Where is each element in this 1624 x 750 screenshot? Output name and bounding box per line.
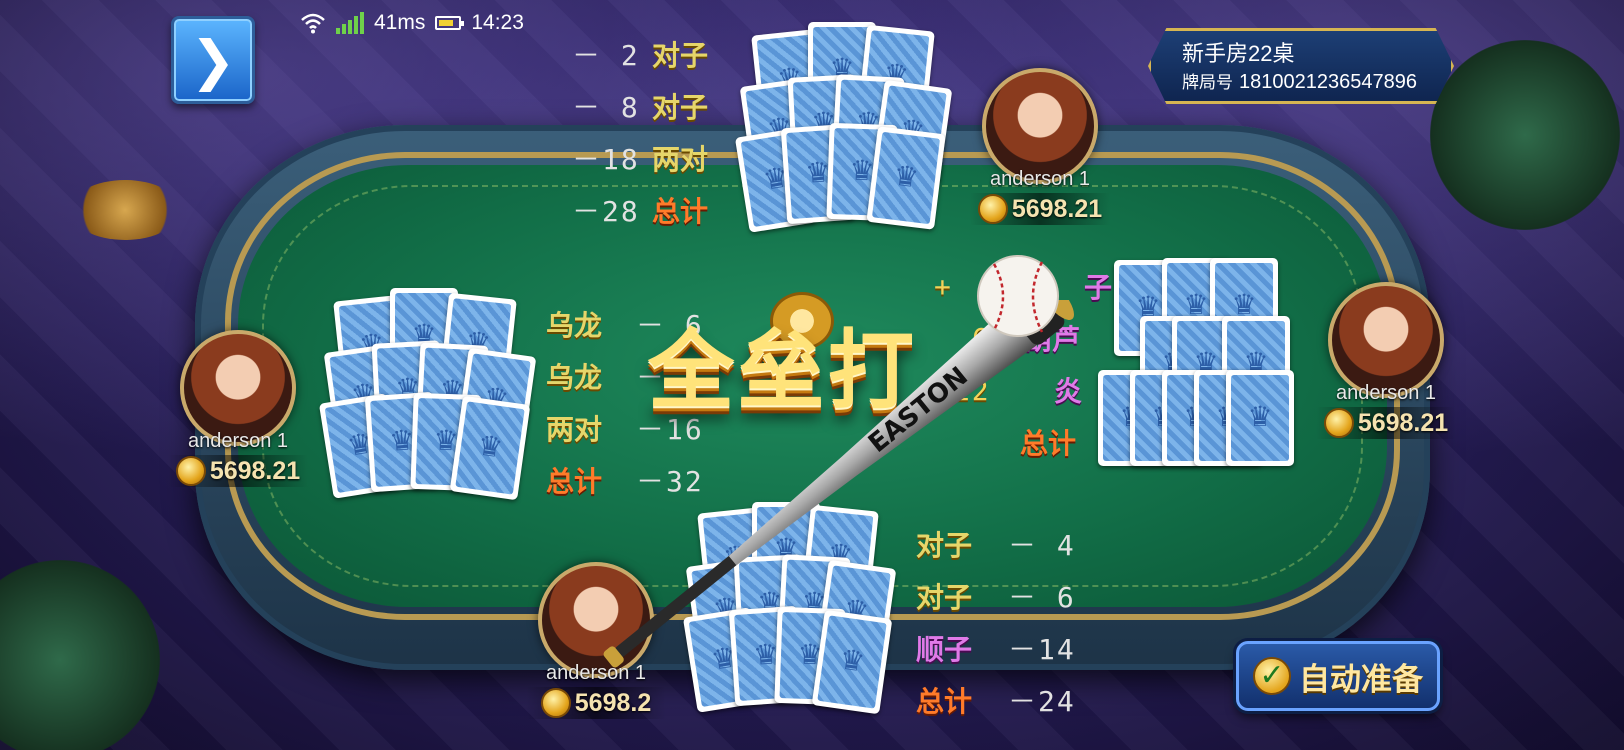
- bat-brand-text: EASTON: [863, 361, 974, 459]
- chevron-right-icon: ❯: [190, 30, 236, 91]
- player-name: anderson 1: [989, 168, 1091, 190]
- game-id-value: 1810021236547896: [1239, 71, 1417, 93]
- hand-type: 两对: [652, 144, 709, 175]
- score-row: 总计 －24: [916, 680, 1076, 720]
- checkmark-icon: ✓: [1253, 657, 1291, 695]
- back-button[interactable]: ❯: [171, 16, 255, 104]
- hand-type: 对子: [652, 40, 709, 71]
- player-right[interactable]: anderson 1 5698.21: [1316, 282, 1456, 439]
- game-id: 牌局号 1810021236547896: [1182, 68, 1417, 94]
- baseball-bat-icon: EASTON: [603, 300, 1074, 668]
- score-value: －28: [572, 195, 640, 228]
- score-row: －28 总计: [572, 190, 708, 230]
- balance-value: 5698.21: [1011, 194, 1103, 223]
- clock-text: 14:23: [471, 11, 524, 34]
- score-row: － 2 对子: [572, 34, 708, 74]
- total-label: 总计: [652, 196, 709, 227]
- avatar: [1328, 282, 1444, 398]
- ping-text: 41ms: [374, 11, 426, 34]
- player-name: anderson 1: [1335, 382, 1437, 404]
- score-value: －18: [572, 143, 640, 176]
- status-bar: 41ms 14:23: [300, 8, 524, 38]
- score-value: －24: [1008, 685, 1076, 718]
- balance-value: 5698.2: [574, 688, 652, 717]
- score-value: － 2: [572, 39, 640, 72]
- coin-icon: [1323, 408, 1354, 438]
- hand-type: 对子: [652, 92, 709, 123]
- auto-ready-button[interactable]: ✓ 自动准备: [1236, 641, 1440, 711]
- card-back: [866, 126, 946, 230]
- room-name: 新手房22桌: [1182, 41, 1295, 66]
- coin-icon: [540, 688, 571, 718]
- card-back: [449, 395, 531, 501]
- total-label: 总计: [916, 686, 973, 717]
- avatar: [180, 330, 296, 446]
- player-balance: 5698.21: [168, 455, 308, 487]
- battery-icon: [435, 16, 465, 30]
- player-name: anderson 1: [187, 430, 289, 452]
- avatar: [982, 68, 1098, 184]
- signal-icon: [336, 12, 364, 34]
- player-left[interactable]: anderson 1 5698.21: [168, 330, 308, 487]
- card-back: [1226, 370, 1294, 466]
- player-top[interactable]: anderson 1 5698.21: [970, 68, 1110, 225]
- balance-value: 5698.21: [209, 456, 301, 485]
- player-balance: 5698.2: [526, 687, 666, 719]
- plant-decoration: [1430, 40, 1620, 230]
- auto-ready-label: 自动准备: [1299, 661, 1423, 697]
- player-balance: 5698.21: [970, 193, 1110, 225]
- score-row: －18 两对: [572, 138, 708, 178]
- coin-icon: [977, 194, 1008, 224]
- score-value: － 8: [572, 91, 640, 124]
- wifi-icon: [301, 13, 325, 34]
- coin-icon: [175, 456, 206, 486]
- lamp-decoration: [70, 180, 180, 240]
- baseball-icon: [977, 255, 1059, 337]
- score-row: － 8 对子: [572, 86, 708, 126]
- player-balance: 5698.21: [1316, 407, 1456, 439]
- balance-value: 5698.21: [1357, 408, 1449, 437]
- game-table-screen: 41ms 14:23 ❯ 新手房22桌 牌局号 1810021236547896: [0, 0, 1624, 750]
- game-id-label: 牌局号: [1182, 73, 1233, 92]
